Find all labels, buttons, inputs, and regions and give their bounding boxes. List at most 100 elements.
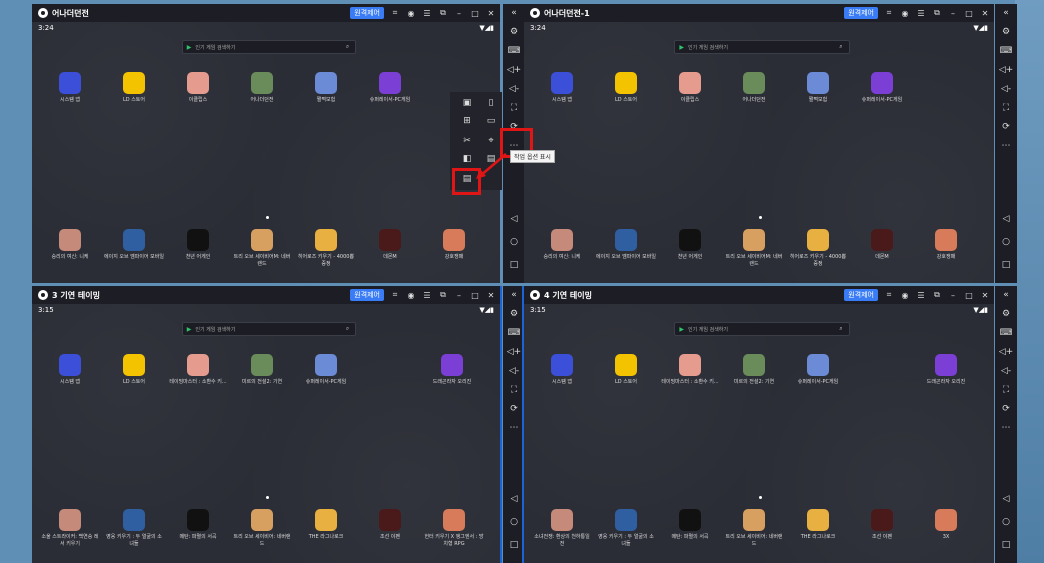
recent-apps-icon[interactable]: □ <box>995 534 1017 557</box>
account-icon[interactable]: ◉ <box>406 9 416 18</box>
search-input[interactable]: ▶ 인기 게임 검색하기 ⌕ <box>674 322 850 336</box>
app-shortcut[interactable]: 헌터 키우기 X 앵그엔서 : 방치형 RPG <box>424 509 484 548</box>
app-shortcut[interactable]: 강호쟁패 <box>916 229 976 261</box>
app-shortcut[interactable]: 슈퍼레이서-PC게임 <box>788 354 848 386</box>
app-shortcut[interactable]: 데몬M <box>852 229 912 261</box>
app-shortcut[interactable]: LD 스토어 <box>104 72 164 104</box>
app-shortcut[interactable]: 미르의 전설2: 기연 <box>232 354 292 386</box>
maximize-icon[interactable]: □ <box>470 291 480 300</box>
title-bar[interactable]: 어나더던전 원격제어 ⌗ ◉ ☰ ⧉ – □ ✕ <box>32 4 500 22</box>
home-icon[interactable]: ○ <box>995 231 1017 254</box>
title-bar[interactable]: 4 기연 테이밍 원격제어 ⌗ ◉ ☰ ⧉ – □ ✕ <box>524 286 994 304</box>
close-icon[interactable]: ✕ <box>486 9 496 18</box>
android-screen[interactable]: 3:15 ▼◢▮ ▶ 인기 게임 검색하기 ⌕ 시스템 앱 LD 스토어 테이밍마스터 : 소… <box>32 304 500 563</box>
minimize-window-icon[interactable]: ⧉ <box>438 8 448 18</box>
app-shortcut[interactable]: 트리 오브 세이비어: 네버랜드 <box>232 509 292 548</box>
app-shortcut[interactable]: 히어로즈 키우기 - 4000뽑 증정 <box>788 229 848 268</box>
search-input[interactable]: ▶ 인기 게임 검색하기 ⌕ <box>674 40 850 54</box>
collapse-icon[interactable]: « <box>995 4 1017 23</box>
gamepad-icon[interactable]: ⌗ <box>390 8 400 18</box>
app-shortcut[interactable]: LD 스토어 <box>596 72 656 104</box>
close-icon[interactable]: ✕ <box>980 291 990 300</box>
app-shortcut[interactable]: 에이지 오브 엠파이어 모바일 <box>596 229 656 261</box>
app-shortcut[interactable]: 소녀전쟁: 환상의 천하통일 전 <box>532 509 592 548</box>
app-shortcut[interactable]: 천년 어게인 <box>168 229 228 261</box>
app-shortcut[interactable]: 메탄: 파멸의 서곡 <box>660 509 720 541</box>
app-shortcut[interactable]: 트리 오브 세이비어M: 네버랜드 <box>724 229 784 268</box>
fullscreen-icon[interactable]: ⛶ <box>995 99 1017 118</box>
app-shortcut[interactable]: 이클립스 <box>168 72 228 104</box>
maximize-icon[interactable]: □ <box>964 9 974 18</box>
menu-icon[interactable]: ☰ <box>916 9 926 18</box>
app-shortcut[interactable]: 3X <box>916 509 976 541</box>
rotate-icon[interactable]: ⟳ <box>995 400 1017 419</box>
gamepad-icon[interactable]: ⌗ <box>884 8 894 18</box>
app-shortcut[interactable]: 테이밍마스터 : 소환수 키... <box>660 354 720 386</box>
app-shortcut[interactable]: 시스템 앱 <box>40 354 100 386</box>
collapse-icon[interactable]: « <box>503 4 525 23</box>
app-shortcut[interactable]: 메탄: 파멸의 서곡 <box>168 509 228 541</box>
android-screen[interactable]: 3:24 ▼◢▮ ▶ 인기 게임 검색하기 ⌕ 시스템 앱 LD 스토어 이클립스 어나더던전 쩔… <box>524 22 994 283</box>
app-shortcut[interactable]: 이클립스 <box>660 72 720 104</box>
volume-down-icon[interactable]: ◁- <box>503 80 525 99</box>
back-icon[interactable]: ◁ <box>995 488 1017 511</box>
more-options-icon[interactable]: ⋯ <box>995 137 1017 156</box>
app-shortcut[interactable]: 테이밍마스터 : 소환수 키... <box>168 354 228 386</box>
app-shortcut[interactable]: LD 스토어 <box>104 354 164 386</box>
title-bar[interactable]: 어나더던전-1 원격제어 ⌗ ◉ ☰ ⧉ – □ ✕ <box>524 4 994 22</box>
volume-up-icon[interactable]: ◁+ <box>503 61 525 80</box>
app-shortcut[interactable]: 승리의 여신: 니케 <box>532 229 592 261</box>
app-shortcut[interactable]: 슈퍼레이서-PC게임 <box>852 72 912 104</box>
app-shortcut[interactable]: 어나더던전 <box>724 72 784 104</box>
fullscreen-icon[interactable]: ⛶ <box>995 381 1017 400</box>
settings-icon[interactable]: ⚙ <box>995 23 1017 42</box>
volume-up-icon[interactable]: ◁+ <box>995 343 1017 362</box>
app-shortcut[interactable]: 승리의 여신: 니케 <box>40 229 100 261</box>
account-icon[interactable]: ◉ <box>900 291 910 300</box>
install-apk-icon[interactable]: ⊞ <box>460 116 474 126</box>
app-shortcut[interactable]: 쩔쩍모험 <box>296 72 356 104</box>
cut-icon[interactable]: ✂ <box>460 136 474 146</box>
app-shortcut[interactable]: 트리 오브 세이비어: 네버랜드 <box>724 509 784 548</box>
app-shortcut[interactable]: LD 스토어 <box>596 354 656 386</box>
maximize-icon[interactable]: □ <box>964 291 974 300</box>
app-shortcut[interactable]: 조선 이펜 <box>852 509 912 541</box>
android-screen[interactable]: 3:24 ▼◢▮ ▶ 인기 게임 검색하기 ⌕ 시스템 앱 LD 스토어 이클립스 어나더던전 쩔… <box>32 22 500 283</box>
app-shortcut[interactable]: 시스템 앱 <box>532 72 592 104</box>
app-shortcut[interactable]: THE 라그나로크 <box>296 509 356 541</box>
fullscreen-icon[interactable]: ⛶ <box>503 99 525 118</box>
app-shortcut[interactable]: 슈퍼레이서-PC게임 <box>360 72 420 104</box>
app-shortcut[interactable]: 시스템 앱 <box>40 72 100 104</box>
account-icon[interactable]: ◉ <box>900 9 910 18</box>
app-shortcut[interactable]: 쩔쩍모험 <box>788 72 848 104</box>
app-shortcut[interactable]: 데몬M <box>360 229 420 261</box>
search-input[interactable]: ▶ 인기 게임 검색하기 ⌕ <box>181 40 357 54</box>
remote-control-button[interactable]: 원격제어 <box>350 7 384 19</box>
volume-down-icon[interactable]: ◁- <box>995 362 1017 381</box>
menu-icon[interactable]: ☰ <box>422 291 432 300</box>
settings-icon[interactable]: ⚙ <box>995 305 1017 324</box>
app-shortcut[interactable]: 드래곤라자 오리진 <box>916 354 976 386</box>
app-shortcut[interactable]: 시스템 앱 <box>532 354 592 386</box>
app-shortcut[interactable]: 소울 스트라이커: 백연승 레서 키우기 <box>40 509 100 548</box>
app-shortcut[interactable]: 미르의 전설2: 기연 <box>724 354 784 386</box>
settings-icon[interactable]: ⚙ <box>503 23 525 42</box>
app-shortcut[interactable]: 트리 오브 세이비어M: 네버랜드 <box>232 229 292 268</box>
app-shortcut[interactable]: 영웅 키우기 : 두 얼굴의 소녀들 <box>596 509 656 548</box>
title-bar[interactable]: 3 기연 테이밍 원격제어 ⌗ ◉ ☰ ⧉ – □ ✕ <box>32 286 500 304</box>
home-icon[interactable]: ○ <box>995 511 1017 534</box>
keyboard-icon[interactable]: ⌨ <box>503 42 525 61</box>
keyboard-icon[interactable]: ⌨ <box>995 324 1017 343</box>
close-icon[interactable]: ✕ <box>980 9 990 18</box>
app-shortcut[interactable]: 천년 어게인 <box>660 229 720 261</box>
android-screen[interactable]: 3:15 ▼◢▮ ▶ 인기 게임 검색하기 ⌕ 시스템 앱 LD 스토어 테이밍마스터 : 소… <box>524 304 994 563</box>
home-icon[interactable]: ○ <box>503 231 525 254</box>
app-shortcut[interactable]: THE 라그나로크 <box>788 509 848 541</box>
remote-control-button[interactable]: 원격제어 <box>844 7 878 19</box>
app-shortcut[interactable]: 강호쟁패 <box>424 229 484 261</box>
volume-up-icon[interactable]: ◁+ <box>995 61 1017 80</box>
screenshot-icon[interactable]: ▣ <box>460 98 474 108</box>
gamepad-icon[interactable]: ⌗ <box>884 290 894 300</box>
minimize-window-icon[interactable]: ⧉ <box>932 8 942 18</box>
app-shortcut[interactable]: 어나더던전 <box>232 72 292 104</box>
